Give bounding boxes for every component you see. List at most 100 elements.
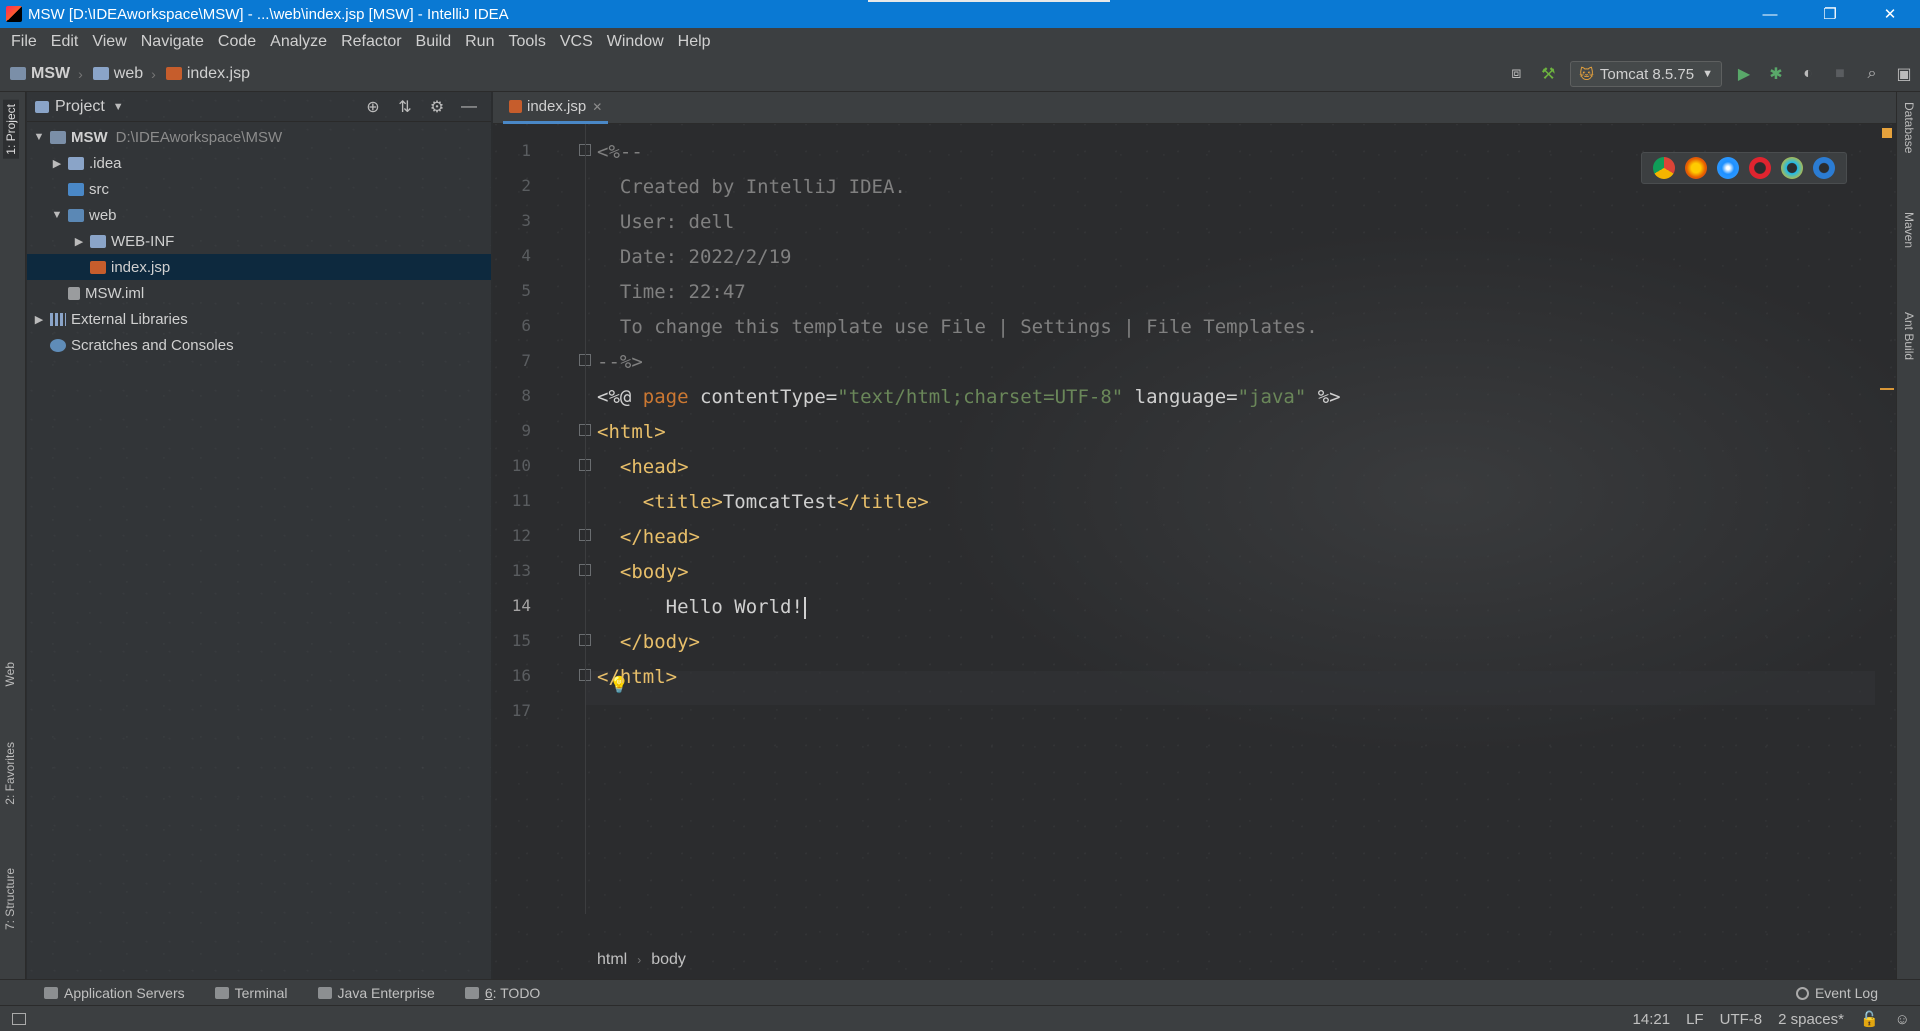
menu-edit[interactable]: Edit	[44, 33, 86, 51]
close-tab-icon[interactable]: ✕	[592, 100, 602, 114]
breadcrumb-html[interactable]: html	[597, 951, 627, 969]
tree-item-msw-iml[interactable]: MSW.iml	[27, 280, 491, 306]
gear-icon[interactable]: ⚙	[421, 97, 453, 117]
tool-mnemonic: 6	[484, 984, 493, 1001]
tab-ant-build[interactable]: Ant Build	[1902, 312, 1916, 360]
tree-item-src[interactable]: src	[27, 176, 491, 202]
tool-event-log[interactable]: Event Log	[1795, 980, 1878, 1006]
indent-setting[interactable]: 2 spaces*	[1778, 1011, 1844, 1028]
language-attr: language=	[1123, 386, 1238, 408]
menu-run[interactable]: Run	[458, 33, 501, 51]
edge-icon[interactable]	[1813, 157, 1835, 179]
tool-terminal[interactable]: Terminal	[214, 985, 288, 1001]
menu-vcs[interactable]: VCS	[553, 33, 600, 51]
line-separator[interactable]: LF	[1686, 1011, 1704, 1028]
safari-icon[interactable]	[1717, 157, 1739, 179]
tree-item-idea[interactable]: ▶ .idea	[27, 150, 491, 176]
add-configuration-icon[interactable]: ⧈	[1500, 56, 1532, 92]
debug-icon[interactable]: ✱	[1760, 56, 1792, 92]
expand-arrow-icon[interactable]: ▼	[31, 131, 47, 143]
run-icon[interactable]: ▶	[1728, 56, 1760, 92]
project-panel-title[interactable]: Project	[55, 98, 105, 116]
lock-icon[interactable]: 🔓	[1860, 1010, 1879, 1028]
caret-position[interactable]: 14:21	[1633, 1011, 1671, 1028]
menu-view[interactable]: View	[85, 33, 133, 51]
menu-help[interactable]: Help	[671, 33, 718, 51]
collapse-all-icon[interactable]: ⇅	[389, 97, 421, 117]
code-line-8: <%@ page contentType="text/html;charset=…	[597, 380, 1341, 415]
tree-item-web[interactable]: ▼ web	[27, 202, 491, 228]
tool-java-enterprise[interactable]: Java Enterprise	[317, 985, 435, 1001]
line-number: 11	[511, 491, 531, 510]
run-configuration-select[interactable]: 🐱 Tomcat 8.5.75 ▼	[1570, 61, 1722, 87]
close-button[interactable]: ✕	[1860, 0, 1920, 28]
code-editor[interactable]: <%-- Created by IntelliJ IDEA. User: del…	[597, 124, 1341, 688]
tab-index-jsp[interactable]: index.jsp ✕	[503, 92, 609, 124]
menu-code[interactable]: Code	[211, 33, 263, 51]
expand-arrow-icon[interactable]: ▶	[31, 313, 47, 326]
tab-web[interactable]: Web	[3, 662, 17, 686]
project-panel-header: Project ▼ ⊕ ⇅ ⚙ —	[27, 92, 491, 122]
nav-crumb-project[interactable]: MSW ›	[10, 65, 83, 83]
search-icon[interactable]: ⌕	[1856, 56, 1888, 92]
inspector-icon[interactable]: ☺	[1895, 1011, 1910, 1028]
tab-maven[interactable]: Maven	[1902, 212, 1916, 248]
menu-analyze[interactable]: Analyze	[263, 33, 334, 51]
event-log-icon	[1795, 986, 1809, 1000]
error-stripe-marker[interactable]	[1880, 388, 1894, 390]
menu-build[interactable]: Build	[409, 33, 459, 51]
hide-panel-icon[interactable]: —	[453, 98, 485, 116]
tool-application-servers[interactable]: Application Servers	[44, 985, 185, 1001]
project-structure-icon[interactable]: ▣	[1888, 56, 1920, 92]
inspection-status-icon[interactable]	[1882, 128, 1892, 138]
firefox-icon[interactable]	[1685, 157, 1707, 179]
terminal-icon	[214, 986, 229, 999]
nav-crumb-file[interactable]: index.jsp	[165, 65, 250, 83]
menu-window[interactable]: Window	[600, 33, 671, 51]
code-line-11: <title>TomcatTest</title>	[597, 485, 929, 520]
code-line-14: Hello World!	[597, 590, 806, 625]
folder-icon	[68, 156, 84, 170]
tree-item-index-jsp[interactable]: index.jsp	[27, 254, 491, 280]
build-hammer-icon[interactable]: ⚒	[1532, 56, 1564, 92]
expand-arrow-icon[interactable]: ▶	[49, 157, 65, 170]
title-open-tag: <title>	[597, 491, 723, 513]
file-encoding[interactable]: UTF-8	[1720, 1011, 1763, 1028]
expand-arrow-icon[interactable]: ▶	[71, 235, 87, 248]
code-line-5: Time: 22:47	[597, 281, 746, 303]
tree-item-web-inf[interactable]: ▶ WEB-INF	[27, 228, 491, 254]
tab-favorites[interactable]: 2: Favorites	[3, 742, 17, 805]
current-line-highlight	[585, 671, 1875, 705]
breadcrumb-body[interactable]: body	[651, 951, 686, 969]
opera-icon[interactable]	[1749, 157, 1771, 179]
menu-refactor[interactable]: Refactor	[334, 33, 408, 51]
menu-tools[interactable]: Tools	[501, 33, 552, 51]
locate-file-icon[interactable]: ⊕	[357, 97, 389, 117]
tab-project[interactable]: 1: Project	[3, 100, 19, 159]
tab-structure[interactable]: 7: Structure	[3, 868, 17, 930]
menu-file[interactable]: File	[4, 33, 44, 51]
nav-crumb-web[interactable]: web ›	[92, 65, 156, 83]
restore-button[interactable]: ❐	[1800, 0, 1860, 28]
tree-item-external-libraries[interactable]: ▶ External Libraries	[27, 306, 491, 332]
expand-arrow-icon[interactable]: ▼	[49, 209, 65, 221]
line-number: 7	[521, 351, 531, 370]
run-with-coverage-icon[interactable]: ◐	[1792, 56, 1824, 92]
toggle-tool-windows-icon[interactable]	[12, 1012, 26, 1025]
minimize-button[interactable]: —	[1740, 0, 1800, 28]
stop-icon[interactable]: ■	[1824, 56, 1856, 92]
tomcat-icon: 🐱	[1579, 65, 1594, 82]
tab-database[interactable]: Database	[1902, 102, 1916, 153]
chevron-down-icon[interactable]: ▼	[113, 101, 124, 113]
line-number: 8	[521, 386, 531, 405]
internet-explorer-icon[interactable]	[1781, 157, 1803, 179]
todo-list-icon	[464, 986, 479, 999]
tree-item-scratches[interactable]: Scratches and Consoles	[27, 332, 491, 358]
tool-todo[interactable]: 6: TODO	[464, 984, 540, 1001]
menu-navigate[interactable]: Navigate	[134, 33, 211, 51]
tree-item-msw[interactable]: ▼ MSW D:\IDEAworkspace\MSW	[27, 124, 491, 150]
tree-item-label: src	[89, 180, 109, 198]
chrome-icon[interactable]	[1653, 157, 1675, 179]
application-servers-icon	[44, 986, 58, 999]
web-folder-icon	[68, 208, 84, 222]
